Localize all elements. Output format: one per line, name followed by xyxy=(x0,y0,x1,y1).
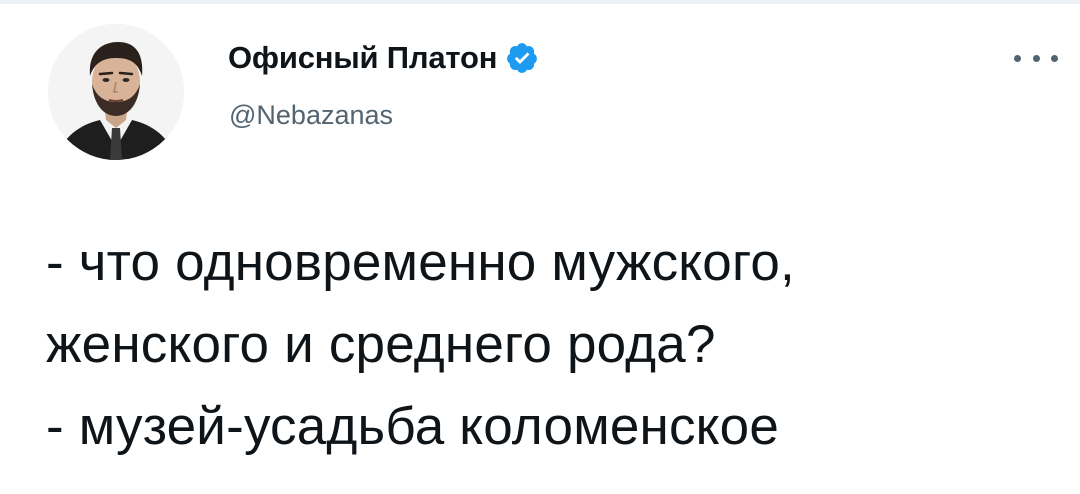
more-horizontal-icon[interactable] xyxy=(1014,44,1058,72)
tweet-text-line: - что одновременно мужского, xyxy=(46,233,795,292)
author-handle[interactable]: @Nebazanas xyxy=(229,100,393,131)
more-dot xyxy=(1051,54,1058,62)
more-dot xyxy=(1032,54,1040,62)
author-display-name[interactable]: Офисный Платон xyxy=(228,40,497,76)
more-dot xyxy=(1014,54,1021,62)
tweet-text-line: женского и среднего рода? xyxy=(46,315,716,374)
top-divider xyxy=(0,0,1080,4)
verified-badge-icon xyxy=(505,41,539,75)
tweet-card: Офисный Платон @Nebazanas - что одноврем… xyxy=(0,0,1080,494)
avatar-image xyxy=(48,24,184,160)
author-name-row: Офисный Платон xyxy=(228,38,539,78)
tweet-text-line: - музей-усадьба коломенское xyxy=(46,397,780,456)
avatar[interactable] xyxy=(48,24,184,160)
tweet-text: - что одновременно мужского, женского и … xyxy=(46,222,1056,468)
